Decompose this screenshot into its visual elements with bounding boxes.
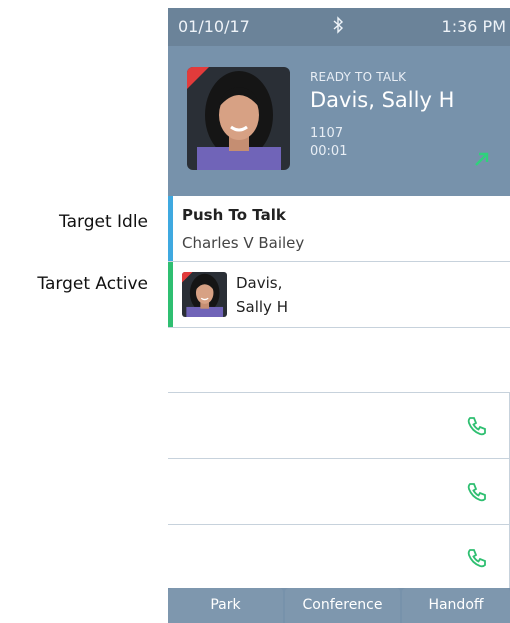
status-date: 01/10/17: [178, 17, 250, 36]
park-softkey[interactable]: Park: [168, 588, 283, 623]
line-target-active[interactable]: Davis, Sally H: [168, 262, 510, 327]
phone-icon[interactable]: [466, 547, 488, 573]
call-duration: 00:01: [310, 144, 348, 159]
target-name-line2: Sally H: [236, 298, 288, 316]
line-push-to-talk[interactable]: Push To Talk Charles V Bailey: [168, 196, 510, 261]
active-accent-bar: [168, 262, 173, 327]
phone-icon[interactable]: [466, 481, 488, 507]
handoff-softkey[interactable]: Handoff: [402, 588, 510, 623]
softkey-bar: Park Conference Handoff: [168, 588, 510, 623]
bluetooth-icon: [332, 16, 344, 38]
caller-name: Davis, Sally H: [310, 88, 455, 112]
call-status: READY TO TALK: [310, 70, 407, 84]
status-bar: 01/10/17 1:36 PM: [168, 8, 510, 46]
phone-screen: 01/10/17 1:36 PM READY TO TALK Davis, Sa…: [168, 8, 510, 623]
line-key-1[interactable]: [168, 393, 510, 458]
idle-accent-bar: [168, 196, 173, 261]
target-name-line1: Davis,: [236, 274, 283, 292]
active-call-header: READY TO TALK Davis, Sally H 1107 00:01: [168, 46, 510, 196]
contact-thumbnail: [182, 272, 227, 317]
callout-target-active: Target Active: [37, 274, 148, 294]
status-time: 1:36 PM: [441, 17, 506, 36]
line-title: Push To Talk: [182, 206, 286, 224]
contact-photo: [187, 67, 290, 170]
target-name: Davis, Sally H: [236, 271, 288, 319]
phone-icon[interactable]: [466, 415, 488, 441]
line-subtitle: Charles V Bailey: [182, 234, 305, 252]
callout-target-idle: Target Idle: [59, 212, 148, 232]
outgoing-call-arrow-icon: [473, 150, 491, 172]
line-key-2[interactable]: [168, 459, 510, 524]
empty-line: [168, 328, 510, 392]
caller-extension: 1107: [310, 126, 344, 141]
conference-softkey[interactable]: Conference: [285, 588, 400, 623]
line-key-3[interactable]: [168, 525, 510, 590]
